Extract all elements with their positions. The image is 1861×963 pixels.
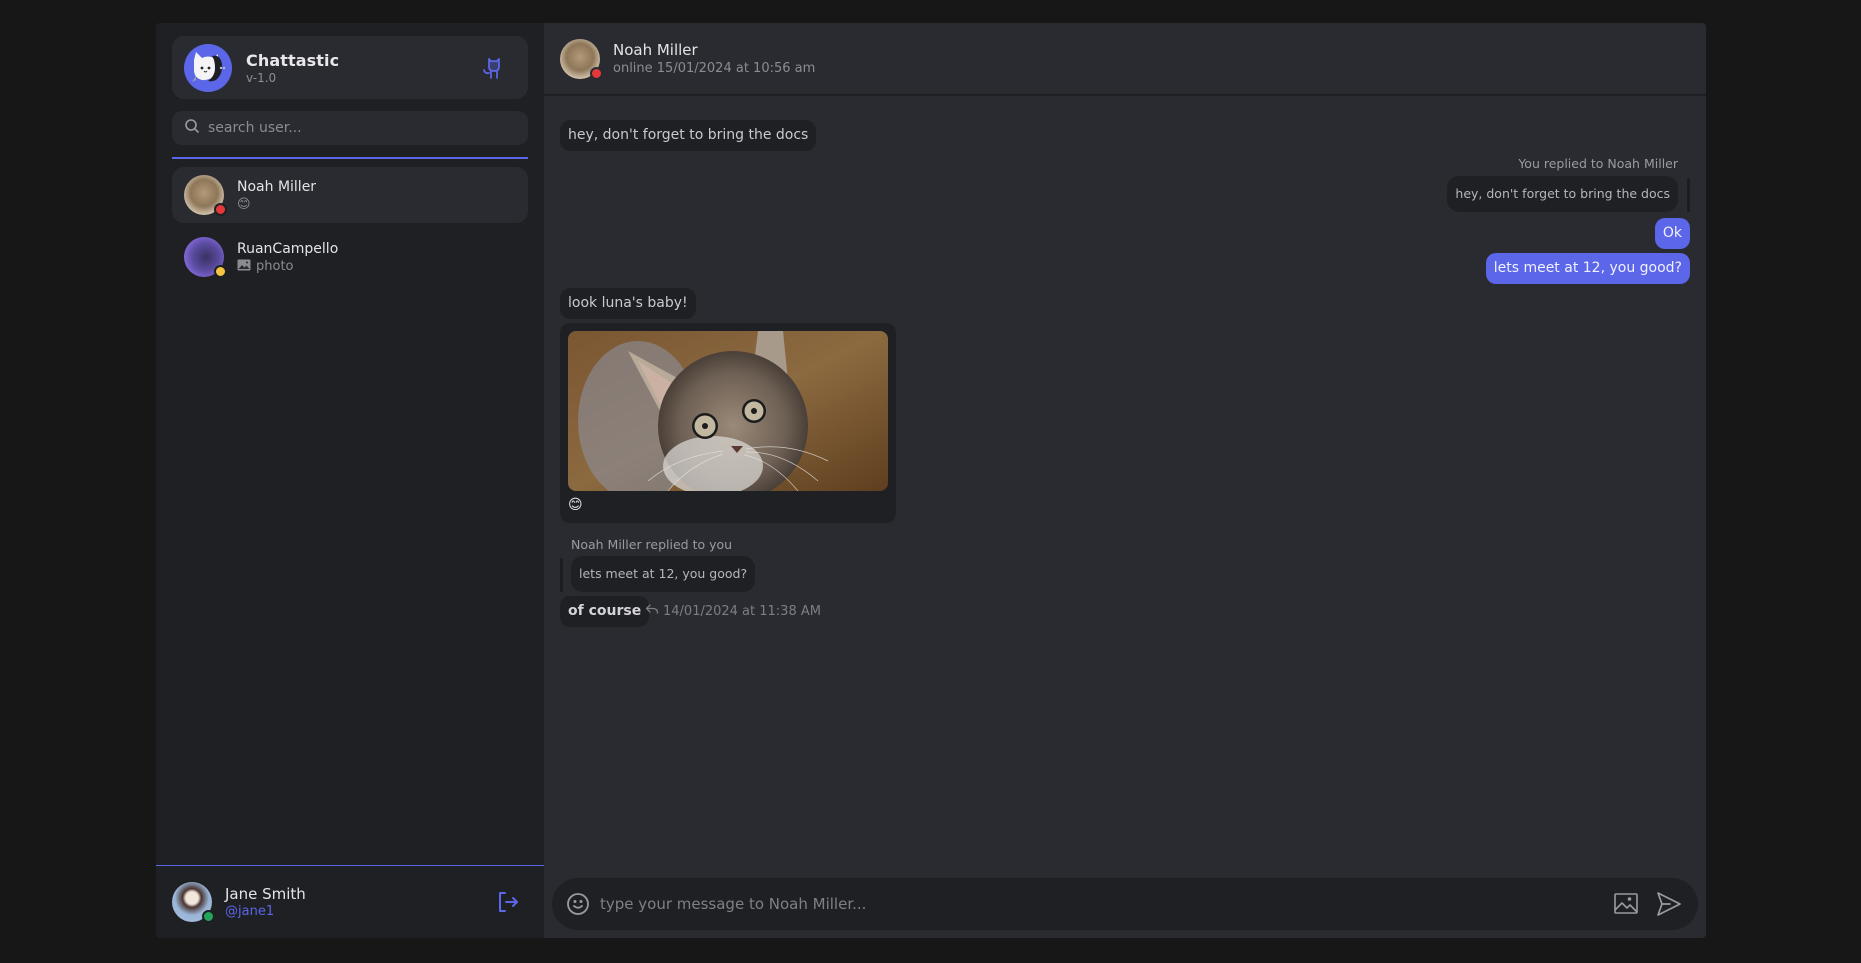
send-icon[interactable] xyxy=(1656,891,1682,917)
brand-card: Chattastic v-1.0 xyxy=(172,36,528,99)
message-timestamp: 14/01/2024 at 11:38 AM xyxy=(645,603,821,619)
contact-avatar[interactable] xyxy=(560,38,603,80)
contact-preview: 😊 xyxy=(237,197,316,212)
preview-text: photo xyxy=(256,258,294,274)
image-icon[interactable] xyxy=(1614,893,1638,915)
status-dot xyxy=(214,265,227,278)
emoji-icon[interactable] xyxy=(566,892,590,916)
reply-quote[interactable]: hey, don't forget to bring the docs xyxy=(1447,176,1678,212)
status-dot xyxy=(214,203,227,216)
reply-bar xyxy=(560,558,563,592)
avatar xyxy=(184,237,227,278)
chat-contact-name: Noah Miller xyxy=(613,41,698,59)
message-bubble[interactable]: hey, don't forget to bring the docs xyxy=(560,120,817,151)
reply-arrow-icon xyxy=(645,603,659,619)
message-composer xyxy=(552,878,1698,930)
reply-bar xyxy=(1687,178,1690,212)
message-bubble-mine[interactable]: lets meet at 12, you good? xyxy=(1485,253,1690,284)
search-divider xyxy=(172,157,528,159)
photo-icon xyxy=(237,259,251,274)
reply-label: You replied to Noah Miller xyxy=(1518,156,1678,171)
reply-label: Noah Miller replied to you xyxy=(571,537,733,552)
timestamp-text: 14/01/2024 at 11:38 AM xyxy=(663,603,821,619)
message-bubble-mine[interactable]: Ok xyxy=(1654,218,1690,249)
image-message: 😊 xyxy=(560,323,896,523)
avatar xyxy=(184,175,227,216)
contact-item-ruancampello[interactable]: RuanCampello photo xyxy=(172,229,528,285)
status-dot xyxy=(202,910,215,923)
github-cat-icon[interactable] xyxy=(480,53,508,81)
user-avatar[interactable] xyxy=(172,882,215,923)
chat-app: Chattastic v-1.0 Noah Mil xyxy=(156,23,1706,938)
app-name: Chattastic xyxy=(246,50,340,70)
reaction-emoji[interactable]: 😊 xyxy=(568,497,583,513)
message-input[interactable] xyxy=(600,895,1596,913)
chat-contact-status: online 15/01/2024 at 10:56 am xyxy=(613,61,816,76)
message-bubble[interactable]: of course xyxy=(560,596,650,627)
search-input[interactable] xyxy=(208,120,508,136)
kitten-photo[interactable] xyxy=(568,331,888,491)
chat-header: Noah Miller online 15/01/2024 at 10:56 a… xyxy=(544,23,1706,96)
user-handle: @jane1 xyxy=(225,904,275,919)
contact-item-noah-miller[interactable]: Noah Miller 😊 xyxy=(172,167,528,223)
message-list: hey, don't forget to bring the docs You … xyxy=(544,98,1706,858)
logout-icon[interactable] xyxy=(496,890,520,918)
current-user-panel: Jane Smith @jane1 xyxy=(156,865,544,938)
reply-quote[interactable]: lets meet at 12, you good? xyxy=(571,556,756,592)
chat-panel: Noah Miller online 15/01/2024 at 10:56 a… xyxy=(544,23,1706,938)
app-logo xyxy=(184,43,232,92)
emoji-smile-icon: 😊 xyxy=(237,196,251,212)
search-icon xyxy=(184,118,200,138)
search-bar xyxy=(172,111,528,145)
sidebar: Chattastic v-1.0 Noah Mil xyxy=(156,23,544,938)
contact-name: RuanCampello xyxy=(237,240,339,257)
status-dot xyxy=(590,66,603,80)
app-version: v-1.0 xyxy=(246,70,277,85)
contact-preview: photo xyxy=(237,259,338,274)
contact-name: Noah Miller xyxy=(237,178,317,195)
user-name: Jane Smith xyxy=(225,885,306,903)
message-bubble[interactable]: look luna's baby! xyxy=(560,288,696,319)
